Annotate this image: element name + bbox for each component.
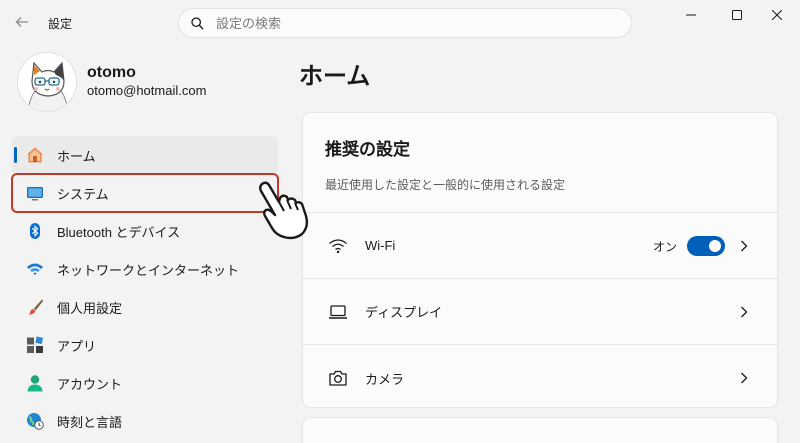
sidebar-item-time-language[interactable]: 時刻と言語 xyxy=(12,402,278,440)
card-header: 推奨の設定 最近使用した設定と一般的に使用される設定 xyxy=(303,113,777,213)
card-title: 推奨の設定 xyxy=(325,140,410,159)
sidebar-item-personalization[interactable]: 個人用設定 xyxy=(12,288,278,326)
apps-icon xyxy=(26,336,44,354)
recommended-settings-card: 推奨の設定 最近使用した設定と一般的に使用される設定 Wi-Fi オン ディスプ… xyxy=(302,112,778,408)
account-icon xyxy=(26,374,44,392)
next-card xyxy=(302,417,778,443)
chevron-right-icon xyxy=(737,237,751,255)
sidebar-item-label: アプリ xyxy=(57,338,97,354)
cat-avatar-image xyxy=(18,53,76,111)
sidebar-item-apps[interactable]: アプリ xyxy=(12,326,278,364)
sidebar-item-system[interactable]: システム xyxy=(11,173,279,213)
home-icon xyxy=(26,146,44,164)
wifi-icon xyxy=(327,235,349,257)
close-icon xyxy=(772,10,782,20)
sidebar-item-label: 個人用設定 xyxy=(57,300,123,316)
title-bar: 設定 xyxy=(0,0,800,44)
setting-row-camera[interactable]: カメラ xyxy=(303,345,777,407)
setting-row-display[interactable]: ディスプレイ xyxy=(303,279,777,345)
page-title: ホーム xyxy=(299,63,371,90)
sidebar-item-network[interactable]: ネットワークとインターネット xyxy=(12,250,278,288)
user-name: otomo xyxy=(87,64,136,81)
chevron-right-icon xyxy=(737,303,751,321)
paintbrush-icon xyxy=(26,298,44,316)
setting-label: ディスプレイ xyxy=(365,305,443,320)
sidebar-item-label: アカウント xyxy=(57,376,123,392)
laptop-icon xyxy=(327,301,349,323)
sidebar-item-accounts[interactable]: アカウント xyxy=(12,364,278,402)
app-title: 設定 xyxy=(48,17,73,31)
sidebar-item-label: ホーム xyxy=(57,148,96,164)
toggle-state-text: オン xyxy=(652,239,677,254)
chevron-right-icon xyxy=(737,369,751,387)
search-box[interactable] xyxy=(178,8,632,38)
wifi-icon xyxy=(26,260,44,278)
minimize-icon xyxy=(686,14,696,16)
sidebar-item-label: ネットワークとインターネット xyxy=(57,262,240,278)
sidebar-item-label: 時刻と言語 xyxy=(57,414,123,430)
sidebar-item-home[interactable]: ホーム xyxy=(12,136,278,174)
wifi-toggle[interactable] xyxy=(687,236,725,256)
search-icon xyxy=(191,16,204,29)
sidebar-nav: ホーム システム Bluetooth とデバイス ネットワークとインターネット … xyxy=(11,136,279,440)
sidebar-item-bluetooth[interactable]: Bluetooth とデバイス xyxy=(12,212,278,250)
bluetooth-icon xyxy=(26,222,44,240)
avatar[interactable] xyxy=(17,52,77,112)
settings-window: 設定 設定の検索 otomo otomo@hotmail.com ホーム システ… xyxy=(0,0,800,443)
monitor-icon xyxy=(26,184,44,202)
card-subtitle: 最近使用した設定と一般的に使用される設定 xyxy=(325,178,566,192)
arrow-left-icon xyxy=(15,17,28,27)
setting-row-wifi[interactable]: Wi-Fi オン xyxy=(303,213,777,279)
search-input[interactable] xyxy=(216,15,596,31)
setting-label: Wi-Fi xyxy=(365,238,396,253)
maximize-icon xyxy=(732,10,742,20)
minimize-button[interactable] xyxy=(668,0,714,30)
close-button[interactable] xyxy=(754,0,800,30)
setting-label: カメラ xyxy=(365,371,405,387)
back-button[interactable] xyxy=(10,10,34,34)
globe-clock-icon xyxy=(26,412,44,430)
sidebar-item-label: システム xyxy=(57,186,109,202)
toggle-knob xyxy=(709,240,721,252)
user-email: otomo@hotmail.com xyxy=(87,83,207,98)
pointing-hand-cursor-icon xyxy=(259,181,309,240)
sidebar-item-label: Bluetooth とデバイス xyxy=(57,224,181,240)
wifi-toggle-group: オン xyxy=(653,236,725,256)
camera-icon xyxy=(327,367,349,389)
